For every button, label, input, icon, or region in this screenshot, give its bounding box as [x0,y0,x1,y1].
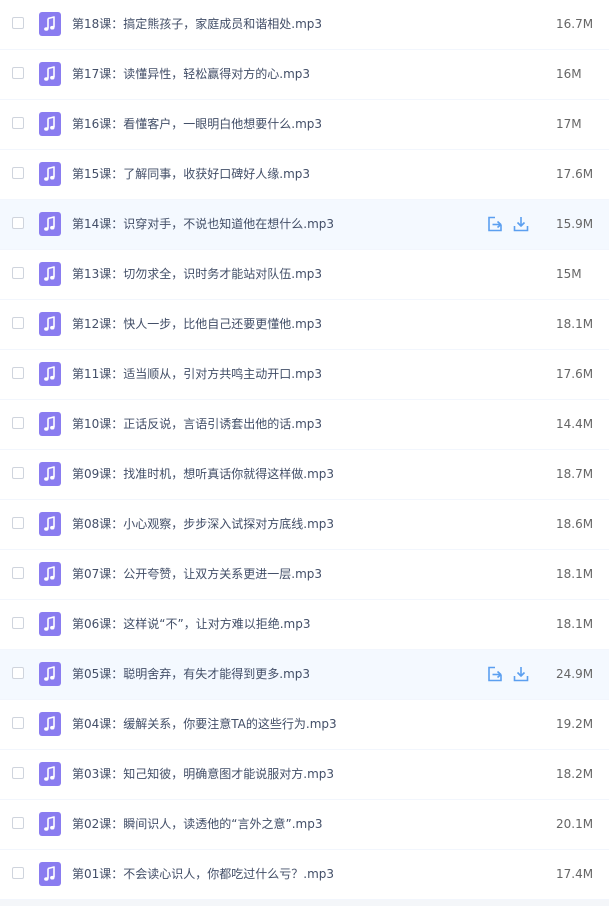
file-row[interactable]: 第08课：小心观察，步步深入试探对方底线.mp3 18.6M [0,500,609,550]
file-name[interactable]: 第03课：知己知彼，明确意图才能说服对方.mp3 [72,750,334,799]
file-row[interactable]: 第13课：切勿求全，识时务才能站对队伍.mp3 15M [0,250,609,300]
music-note-icon [39,512,61,536]
share-icon[interactable] [486,665,504,683]
download-icon[interactable] [512,215,530,233]
file-row[interactable]: 第04课：缓解关系，你要注意TA的这些行为.mp3 19.2M [0,700,609,750]
file-name[interactable]: 第11课：适当顺从，引对方共鸣主动开口.mp3 [72,350,322,399]
bottom-scroll-strip [0,900,609,906]
music-note-icon [39,112,61,136]
file-size: 17.6M [556,367,594,381]
music-note-icon [39,762,61,786]
row-checkbox[interactable] [12,67,24,79]
file-size: 14.4M [556,417,594,431]
row-checkbox[interactable] [12,167,24,179]
file-name[interactable]: 第08课：小心观察，步步深入试探对方底线.mp3 [72,500,334,549]
download-icon[interactable] [512,665,530,683]
file-row[interactable]: 第16课：看懂客户，一眼明白他想要什么.mp3 17M [0,100,609,150]
row-checkbox[interactable] [12,317,24,329]
row-checkbox[interactable] [12,867,24,879]
file-name[interactable]: 第14课：识穿对手，不说也知道他在想什么.mp3 [72,200,334,249]
file-size: 18.2M [556,767,594,781]
file-row[interactable]: 第18课：搞定熊孩子，家庭成员和谐相处.mp3 16.7M [0,0,609,50]
file-size: 18.1M [556,567,594,581]
music-note-icon [39,562,61,586]
file-row[interactable]: 第14课：识穿对手，不说也知道他在想什么.mp3 15.9M [0,200,609,250]
file-size: 15.9M [556,217,594,231]
music-note-icon [39,212,61,236]
file-row[interactable]: 第01课：不会读心识人，你都吃过什么亏？.mp3 17.4M [0,850,609,900]
file-size: 17M [556,117,582,131]
file-name[interactable]: 第02课：瞬间识人，读透他的“言外之意”.mp3 [72,800,322,849]
music-note-icon [39,662,61,686]
row-checkbox[interactable] [12,667,24,679]
file-row[interactable]: 第12课：快人一步，比他自己还要更懂他.mp3 18.1M [0,300,609,350]
file-name[interactable]: 第06课：这样说“不”，让对方难以拒绝.mp3 [72,600,310,649]
row-checkbox[interactable] [12,717,24,729]
music-note-icon [39,262,61,286]
file-size: 19.2M [556,717,594,731]
row-checkbox[interactable] [12,617,24,629]
music-note-icon [39,712,61,736]
file-name[interactable]: 第09课：找准时机，想听真话你就得这样做.mp3 [72,450,334,499]
file-row[interactable]: 第17课：读懂异性，轻松赢得对方的心.mp3 16M [0,50,609,100]
file-row[interactable]: 第09课：找准时机，想听真话你就得这样做.mp3 18.7M [0,450,609,500]
music-note-icon [39,62,61,86]
file-name[interactable]: 第17课：读懂异性，轻松赢得对方的心.mp3 [72,50,310,99]
file-name[interactable]: 第05课：聪明舍弃，有失才能得到更多.mp3 [72,650,310,699]
file-row[interactable]: 第10课：正话反说，言语引诱套出他的话.mp3 14.4M [0,400,609,450]
file-size: 16M [556,67,582,81]
row-checkbox[interactable] [12,17,24,29]
music-note-icon [39,162,61,186]
row-checkbox[interactable] [12,217,24,229]
row-checkbox[interactable] [12,817,24,829]
row-checkbox[interactable] [12,117,24,129]
row-checkbox[interactable] [12,467,24,479]
file-name[interactable]: 第18课：搞定熊孩子，家庭成员和谐相处.mp3 [72,0,322,49]
file-name[interactable]: 第16课：看懂客户，一眼明白他想要什么.mp3 [72,100,322,149]
music-note-icon [39,12,61,36]
file-row[interactable]: 第11课：适当顺从，引对方共鸣主动开口.mp3 17.6M [0,350,609,400]
music-note-icon [39,362,61,386]
file-size: 24.9M [556,667,594,681]
music-note-icon [39,812,61,836]
file-name[interactable]: 第13课：切勿求全，识时务才能站对队伍.mp3 [72,250,322,299]
music-note-icon [39,412,61,436]
file-size: 18.1M [556,317,594,331]
file-size: 18.7M [556,467,594,481]
row-checkbox[interactable] [12,267,24,279]
file-name[interactable]: 第04课：缓解关系，你要注意TA的这些行为.mp3 [72,700,337,749]
file-size: 20.1M [556,817,594,831]
file-row[interactable]: 第02课：瞬间识人，读透他的“言外之意”.mp3 20.1M [0,800,609,850]
music-note-icon [39,612,61,636]
file-row[interactable]: 第03课：知己知彼，明确意图才能说服对方.mp3 18.2M [0,750,609,800]
file-size: 18.6M [556,517,594,531]
file-name[interactable]: 第01课：不会读心识人，你都吃过什么亏？.mp3 [72,850,334,899]
file-name[interactable]: 第15课：了解同事，收获好口碑好人缘.mp3 [72,150,310,199]
music-note-icon [39,462,61,486]
file-row[interactable]: 第05课：聪明舍弃，有失才能得到更多.mp3 24.9M [0,650,609,700]
file-row[interactable]: 第07课：公开夸赞，让双方关系更进一层.mp3 18.1M [0,550,609,600]
file-name[interactable]: 第07课：公开夸赞，让双方关系更进一层.mp3 [72,550,322,599]
file-row[interactable]: 第06课：这样说“不”，让对方难以拒绝.mp3 18.1M [0,600,609,650]
row-checkbox[interactable] [12,417,24,429]
row-checkbox[interactable] [12,367,24,379]
file-row[interactable]: 第15课：了解同事，收获好口碑好人缘.mp3 17.6M [0,150,609,200]
file-size: 16.7M [556,17,594,31]
row-checkbox[interactable] [12,517,24,529]
file-size: 17.4M [556,867,594,881]
row-checkbox[interactable] [12,567,24,579]
row-checkbox[interactable] [12,767,24,779]
file-list: 第18课：搞定熊孩子，家庭成员和谐相处.mp3 16.7M 第17课：读懂异性，… [0,0,609,900]
file-size: 15M [556,267,582,281]
share-icon[interactable] [486,215,504,233]
music-note-icon [39,312,61,336]
file-name[interactable]: 第10课：正话反说，言语引诱套出他的话.mp3 [72,400,322,449]
file-size: 18.1M [556,617,594,631]
file-name[interactable]: 第12课：快人一步，比他自己还要更懂他.mp3 [72,300,322,349]
file-size: 17.6M [556,167,594,181]
music-note-icon [39,862,61,886]
